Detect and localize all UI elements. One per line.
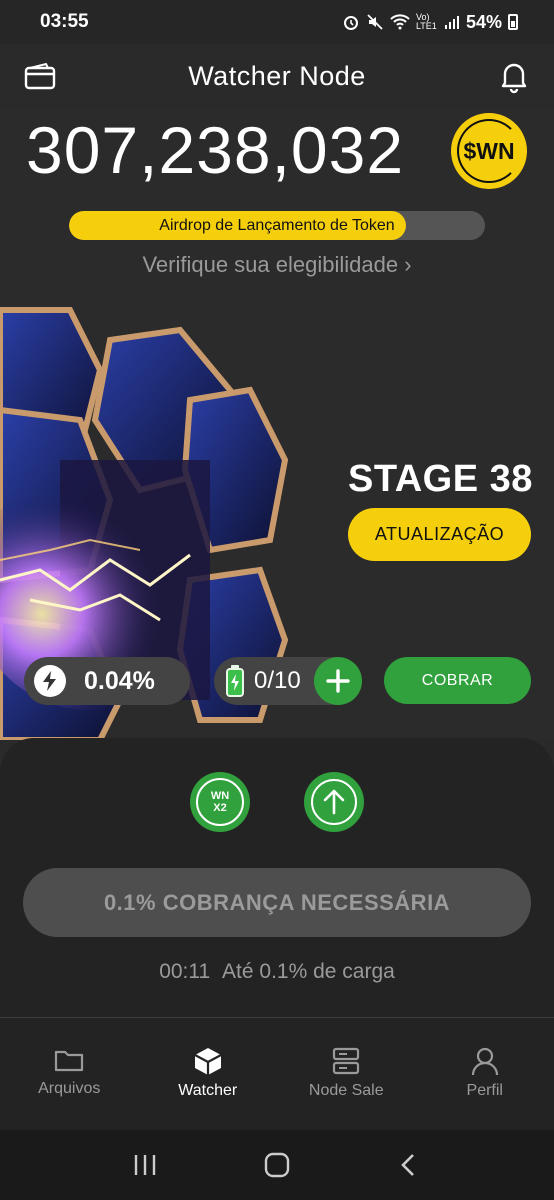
eligibility-link[interactable]: Verifique sua elegibilidade ›: [0, 252, 554, 278]
mining-rate-pill: 0.04%: [24, 657, 190, 705]
tab-node-sale[interactable]: Node Sale: [277, 1018, 416, 1130]
tab-label: Arquivos: [38, 1080, 101, 1097]
tab-label: Perfil: [466, 1082, 503, 1099]
balance-amount: 307,238,032: [26, 113, 405, 187]
status-time: 03:55: [40, 11, 89, 32]
folder-icon: [55, 1050, 84, 1072]
boost-label-top: WN: [210, 790, 230, 802]
token-symbol: $WN: [463, 137, 515, 164]
page-title: Watcher Node: [188, 60, 366, 91]
upgrade-arrow-button[interactable]: [304, 772, 364, 832]
bell-icon[interactable]: [496, 58, 532, 94]
battery-percent: 54%: [465, 11, 502, 32]
charge-required-button[interactable]: 0.1% COBRANÇA NECESSÁRIA: [23, 868, 531, 937]
network-label: Vo) LTE1: [415, 12, 437, 31]
mining-rate-value: 0.04%: [84, 666, 155, 695]
cube-icon: [194, 1048, 222, 1075]
airdrop-label: Airdrop de Lançamento de Token: [159, 216, 395, 234]
wifi-icon: [390, 14, 410, 30]
server-icon: [333, 1047, 360, 1075]
battery-pill: 0/10: [214, 657, 362, 705]
tab-arquivos[interactable]: Arquivos: [0, 1018, 139, 1130]
back-icon[interactable]: [396, 1152, 422, 1178]
charge-timer: 00:11 Até 0.1% de carga: [0, 960, 554, 984]
tab-label: Watcher: [178, 1082, 238, 1099]
wallet-icon[interactable]: [22, 62, 58, 92]
arrow-up-circle-icon: [311, 779, 357, 825]
tab-label: Node Sale: [308, 1082, 384, 1099]
boost-x2-button[interactable]: WN X2: [190, 772, 250, 832]
battery-count: 0/10: [254, 667, 301, 694]
tab-watcher[interactable]: Watcher: [139, 1018, 278, 1130]
signal-icon: [444, 16, 459, 29]
boost-label-bottom: X2: [213, 802, 227, 814]
battery-icon: [508, 14, 518, 30]
user-icon: [471, 1047, 498, 1076]
collect-button[interactable]: COBRAR: [384, 657, 531, 704]
app-header: Watcher Node: [0, 44, 554, 108]
timer-text: Até 0.1% de carga: [222, 960, 395, 983]
tab-perfil[interactable]: Perfil: [416, 1018, 554, 1130]
token-coin-icon: $WN: [451, 113, 527, 189]
alarm-icon: [343, 16, 358, 30]
airdrop-progress-bar[interactable]: Airdrop de Lançamento de Token: [69, 211, 485, 240]
timer-value: 00:11: [159, 960, 211, 983]
lightning-icon: [34, 665, 66, 697]
home-icon[interactable]: [263, 1151, 291, 1179]
recent-apps-icon[interactable]: [132, 1152, 158, 1178]
battery-charge-icon: [226, 665, 244, 697]
upgrade-button[interactable]: ATUALIZAÇÃO: [348, 508, 531, 561]
status-icons: Vo) LTE1 54%: [342, 12, 518, 33]
bottom-tab-bar: Arquivos Watcher Node Sale Perfil: [0, 1017, 554, 1130]
system-nav-bar: [0, 1130, 554, 1200]
plus-icon: [326, 669, 350, 693]
stage-label: STAGE 38: [348, 458, 533, 500]
mute-icon: [367, 14, 383, 30]
add-battery-button[interactable]: [314, 657, 362, 705]
status-bar: 03:55 Vo) LTE1 54%: [0, 0, 554, 44]
boost-x2-icon: WN X2: [196, 778, 244, 826]
